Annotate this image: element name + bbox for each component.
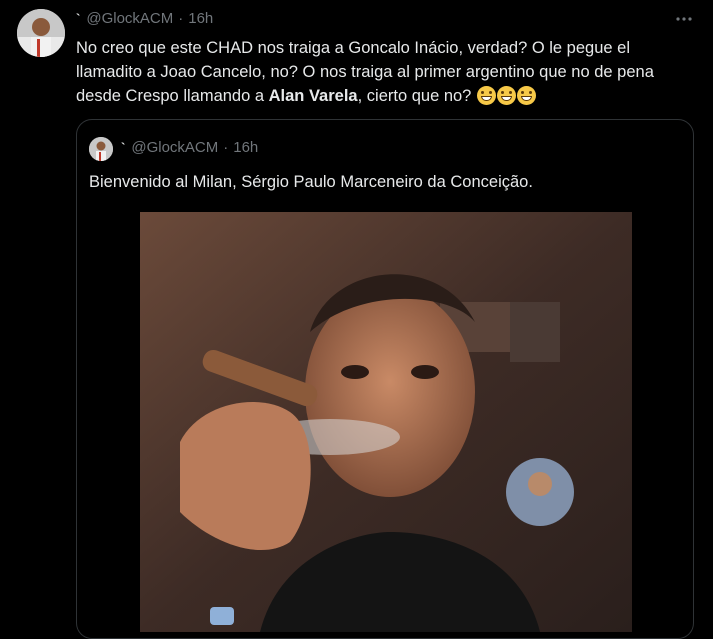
tweet-text: No creo que este CHAD nos traiga a Gonca… <box>76 36 696 108</box>
mention-alan-varela: Alan Varela <box>268 87 358 105</box>
quoted-header: ` @GlockACM · 16h <box>121 139 258 156</box>
quoted-handle[interactable]: @GlockACM <box>131 139 218 156</box>
quoted-text: Bienvenido al Milan, Sérgio Paulo Marcen… <box>89 173 533 191</box>
display-name[interactable]: ` <box>76 11 80 26</box>
quoted-avatar[interactable] <box>89 137 113 161</box>
handle[interactable]: @GlockACM <box>86 10 173 27</box>
quoted-separator-dot: · <box>223 139 229 156</box>
avatar[interactable] <box>17 9 65 57</box>
grinning-face-icon <box>496 86 516 105</box>
quoted-timestamp[interactable]: 16h <box>233 139 258 156</box>
quoted-photo[interactable] <box>140 212 632 632</box>
quoted-tweet[interactable]: ` @GlockACM · 16h Bienvenido al Milan, S… <box>76 119 694 639</box>
tweet-header: ` @GlockACM · 16h <box>76 8 213 28</box>
quoted-display-name[interactable]: ` <box>121 140 125 155</box>
more-options-icon[interactable] <box>675 10 693 28</box>
grinning-face-icon <box>476 86 496 105</box>
tweet-text-end: , cierto que no? <box>357 87 472 105</box>
separator-dot: · <box>178 9 184 27</box>
timestamp[interactable]: 16h <box>188 10 213 27</box>
grinning-face-icon <box>516 86 536 105</box>
